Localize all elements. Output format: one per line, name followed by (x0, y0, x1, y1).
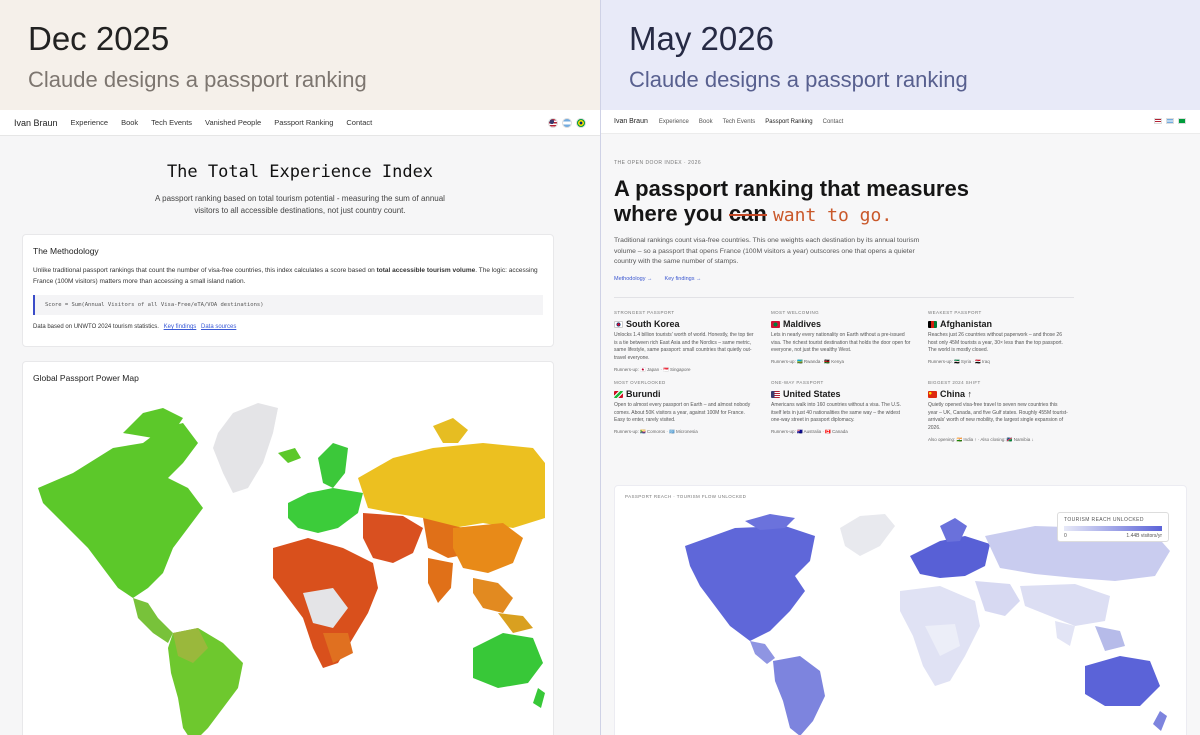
struck-word: can (728, 201, 767, 226)
nav-item-contact[interactable]: Contact (346, 118, 372, 127)
key-findings-link[interactable]: Key findings → (665, 276, 702, 282)
power-map-card: Global Passport Power Map (22, 361, 554, 735)
stat-biggest-shift: BIGGEST 2024 SHIFT China ↑ Quietly opene… (928, 380, 1068, 443)
stat-most-overlooked: MOST OVERLOOKED Burundi Open to almost e… (614, 380, 754, 435)
legend-gradient-bar (1064, 526, 1162, 531)
hero-kicker: THE OPEN DOOR INDEX · 2026 (614, 160, 702, 166)
stat-kicker: MOST OVERLOOKED (614, 380, 666, 385)
reach-map-card: PASSPORT REACH · TOURISM FLOW UNLOCKED T… (614, 485, 1187, 735)
stat-body: Lets in nearly every nationality on Eart… (771, 332, 911, 354)
stat-body: Reaches just 26 countries without paperw… (928, 332, 1063, 354)
stat-title[interactable]: United States (771, 389, 911, 399)
methodology-heading: The Methodology (33, 246, 99, 256)
language-switcher (1154, 118, 1186, 124)
stat-title[interactable]: Afghanistan (928, 319, 1068, 329)
stat-most-welcoming: MOST WELCOMING Maldives Lets in nearly e… (771, 310, 911, 365)
panel-subtitle: Claude designs a passport ranking (28, 67, 367, 92)
key-findings-link[interactable]: Key findings (164, 324, 197, 330)
methodology-footer: Data based on UNWTO 2024 tourism statist… (33, 324, 237, 330)
legend-ticks: 0 1.44B visitors/yr (1064, 533, 1162, 539)
stat-kicker: BIGGEST 2024 SHIFT (928, 380, 981, 385)
stat-body: Quietly opened visa-free travel to seven… (928, 402, 1068, 432)
nav-item-passport-ranking[interactable]: Passport Ranking (765, 119, 812, 125)
nav-item-book[interactable]: Book (121, 118, 138, 127)
nav-item-book[interactable]: Book (699, 119, 713, 125)
nav-item-experience[interactable]: Experience (659, 119, 689, 125)
panel-subtitle: Claude designs a passport ranking (629, 67, 968, 92)
hero-headline: A passport ranking that measures where y… (614, 176, 969, 226)
panel-date: Dec 2025 (28, 20, 170, 57)
screenshot-dec-2025: Ivan Braun Experience Book Tech Events V… (0, 110, 600, 735)
brazil-flag-icon[interactable] (576, 118, 586, 128)
methodology-card: The Methodology Unlike traditional passp… (22, 234, 554, 347)
stat-title[interactable]: Burundi (614, 389, 754, 399)
stat-title[interactable]: South Korea (614, 319, 754, 329)
stat-kicker: WEAKEST PASSPORT (928, 310, 982, 315)
maldives-flag-icon (771, 320, 780, 328)
page-description: A passport ranking based on total touris… (155, 194, 445, 215)
argentina-flag-icon[interactable] (562, 118, 572, 128)
power-map-heading: Global Passport Power Map (33, 373, 139, 383)
data-sources-link[interactable]: Data sources (201, 324, 236, 330)
world-choropleth-map[interactable] (33, 388, 545, 735)
stat-title[interactable]: China ↑ (928, 389, 1068, 399)
map-legend: TOURISM REACH UNLOCKED 0 1.44B visitors/… (1057, 512, 1169, 542)
stat-strongest-passport: STRONGEST PASSPORT South Korea Unlocks 1… (614, 310, 754, 373)
hero-links: Methodology → Key findings → (614, 276, 702, 282)
methodology-link[interactable]: Methodology → (614, 276, 653, 282)
stat-one-way-passport: ONE-WAY PASSPORT United States Americans… (771, 380, 911, 435)
nav-item-experience[interactable]: Experience (71, 118, 109, 127)
stat-weakest-passport: WEAKEST PASSPORT Afghanistan Reaches jus… (928, 310, 1068, 365)
stat-kicker: MOST WELCOMING (771, 310, 820, 315)
stat-runners: Also opening: 🇮🇳 India ↑ · Also closing:… (928, 436, 1034, 442)
score-formula: Score = Sum(Annual Visitors of all Visa-… (33, 295, 543, 315)
stat-runners: Runners-up: 🇦🇺 Australia · 🇨🇦 Canada (771, 429, 848, 435)
map-kicker: PASSPORT REACH · TOURISM FLOW UNLOCKED (625, 494, 747, 499)
divider-line (614, 297, 1074, 298)
nav-item-contact[interactable]: Contact (823, 119, 844, 125)
stat-runners: Runners-up: 🇷🇼 Rwanda · 🇰🇪 Kenya (771, 359, 844, 365)
stat-runners: Runners-up: 🇸🇾 Syria · 🇮🇶 Iraq (928, 359, 990, 365)
stat-kicker: ONE-WAY PASSPORT (771, 380, 824, 385)
panel-date: May 2026 (629, 20, 774, 57)
top-nav: Ivan Braun Experience Book Tech Events P… (601, 110, 1200, 134)
us-flag-icon (771, 390, 780, 398)
south-korea-flag-icon (614, 320, 623, 328)
brand-link[interactable]: Ivan Braun (614, 118, 648, 125)
screenshot-may-2026: Ivan Braun Experience Book Tech Events P… (601, 110, 1200, 735)
afghanistan-flag-icon (928, 320, 937, 328)
nav-item-tech-events[interactable]: Tech Events (151, 118, 192, 127)
argentina-flag-icon[interactable] (1166, 118, 1174, 124)
stat-body: Americans walk into 160 countries withou… (771, 402, 901, 424)
burundi-flag-icon (614, 390, 623, 398)
us-flag-icon[interactable] (1154, 118, 1162, 124)
stat-runners: Runners-up: 🇯🇵 Japan · 🇸🇬 Singapore (614, 366, 691, 372)
handwritten-word: want to go. (772, 205, 893, 226)
brand-link[interactable]: Ivan Braun (14, 118, 58, 128)
stat-body: Unlocks 1.4 billion tourists' worth of w… (614, 332, 754, 362)
nav-item-tech-events[interactable]: Tech Events (723, 119, 756, 125)
us-flag-icon[interactable] (548, 118, 558, 128)
hero-lede: Traditional rankings count visa-free cou… (614, 237, 920, 265)
brazil-flag-icon[interactable] (1178, 118, 1186, 124)
methodology-text: Unlike traditional passport rankings tha… (33, 267, 538, 285)
china-flag-icon (928, 390, 937, 398)
nav-item-passport-ranking[interactable]: Passport Ranking (274, 118, 333, 127)
stat-runners: Runners-up: 🇰🇲 Comoros · 🇫🇲 Micronesia (614, 429, 698, 435)
legend-title: TOURISM REACH UNLOCKED (1064, 517, 1144, 523)
left-panel: Dec 2025 Claude designs a passport ranki… (0, 0, 600, 735)
language-switcher (548, 118, 586, 128)
top-nav: Ivan Braun Experience Book Tech Events V… (0, 110, 600, 136)
right-panel: May 2026 Claude designs a passport ranki… (601, 0, 1200, 735)
nav-item-vanished-people[interactable]: Vanished People (205, 118, 261, 127)
page-title: The Total Experience Index (166, 162, 434, 182)
stat-kicker: STRONGEST PASSPORT (614, 310, 675, 315)
stat-title[interactable]: Maldives (771, 319, 911, 329)
stat-body: Open to almost every passport on Earth –… (614, 402, 751, 424)
